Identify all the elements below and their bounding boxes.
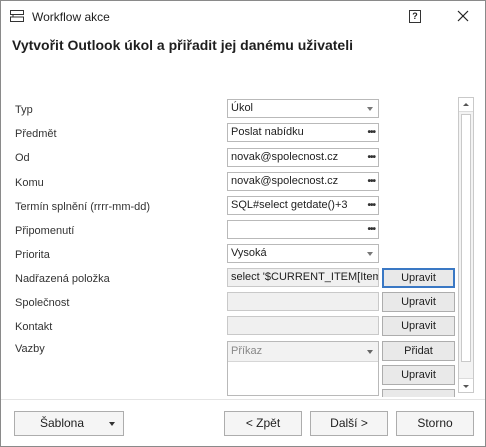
- predmet-label: Předmět: [15, 128, 57, 140]
- spolecnost-label: Společnost: [15, 297, 70, 309]
- ellipsis-icon[interactable]: •••: [367, 197, 375, 214]
- vazby-label: Vazby: [15, 343, 45, 355]
- komu-label: Komu: [15, 177, 44, 189]
- ellipsis-icon[interactable]: •••: [367, 221, 375, 238]
- chevron-down-icon: [367, 107, 373, 111]
- vazby-upravit-button[interactable]: Upravit: [382, 365, 455, 385]
- chevron-down-icon: [367, 252, 373, 256]
- termin-field[interactable]: SQL#select getdate()+3 •••: [227, 196, 379, 215]
- spolecnost-field[interactable]: [227, 292, 379, 311]
- form-scrollbar[interactable]: [458, 97, 474, 393]
- vazby-list[interactable]: Příkaz: [227, 341, 379, 396]
- sablona-label: Šablona: [39, 416, 85, 430]
- priorita-value: Vysoká: [231, 247, 267, 259]
- workflow-dialog: Workflow akce ? Vytvořit Outlook úkol a …: [0, 0, 486, 447]
- termin-label: Termín splnění (rrrr-mm-dd): [15, 201, 151, 213]
- title-bar: Workflow akce ?: [1, 1, 485, 32]
- predmet-field[interactable]: Poslat nabídku •••: [227, 123, 379, 142]
- komu-field[interactable]: novak@spolecnost.cz •••: [227, 172, 379, 191]
- nadrazena-field[interactable]: select '$CURRENT_ITEM[Item]: [227, 268, 379, 287]
- sablona-button[interactable]: Šablona: [14, 411, 124, 436]
- pripomenuti-label: Připomenutí: [15, 225, 75, 237]
- scroll-down-icon[interactable]: [459, 378, 473, 392]
- window-title: Workflow akce: [32, 10, 110, 24]
- priorita-select[interactable]: Vysoká: [227, 244, 379, 263]
- vazby-extra-button[interactable]: [382, 389, 455, 397]
- priorita-label: Priorita: [15, 249, 50, 261]
- ellipsis-icon[interactable]: •••: [367, 149, 375, 166]
- workflow-app-icon: [10, 10, 24, 22]
- nadrazena-value: select '$CURRENT_ITEM[Item]: [231, 271, 379, 283]
- vazby-column-label: Příkaz: [231, 345, 263, 357]
- vazby-column-header[interactable]: Příkaz: [228, 342, 378, 362]
- nadrazena-label: Nadřazená položka: [15, 273, 110, 285]
- ellipsis-icon[interactable]: •••: [367, 124, 375, 141]
- od-field[interactable]: novak@spolecnost.cz •••: [227, 148, 379, 167]
- nadrazena-upravit-button[interactable]: Upravit: [382, 268, 455, 288]
- kontakt-field[interactable]: [227, 316, 379, 335]
- dalsi-button[interactable]: Další >: [310, 411, 388, 436]
- typ-label: Typ: [15, 104, 33, 116]
- ellipsis-icon[interactable]: •••: [367, 173, 375, 190]
- scroll-thumb[interactable]: [461, 114, 471, 362]
- storno-button[interactable]: Storno: [396, 411, 474, 436]
- typ-select[interactable]: Úkol: [227, 99, 379, 118]
- termin-value: SQL#select getdate()+3: [231, 199, 348, 211]
- dialog-heading: Vytvořit Outlook úkol a přiřadit jej dan…: [12, 37, 353, 53]
- kontakt-upravit-button[interactable]: Upravit: [382, 316, 455, 336]
- footer-divider: [1, 399, 485, 400]
- pripomenuti-field[interactable]: •••: [227, 220, 379, 239]
- kontakt-label: Kontakt: [15, 321, 53, 333]
- typ-value: Úkol: [231, 102, 254, 114]
- chevron-down-icon: [367, 350, 373, 354]
- od-label: Od: [15, 152, 30, 164]
- zpet-button[interactable]: < Zpět: [224, 411, 302, 436]
- predmet-value: Poslat nabídku: [231, 126, 304, 138]
- spolecnost-upravit-button[interactable]: Upravit: [382, 292, 455, 312]
- komu-value: novak@spolecnost.cz: [231, 175, 339, 187]
- chevron-down-icon: [109, 422, 115, 426]
- scroll-up-icon[interactable]: [459, 98, 473, 112]
- help-icon[interactable]: ?: [409, 10, 421, 23]
- vazby-pridat-button[interactable]: Přidat: [382, 341, 455, 361]
- close-icon[interactable]: [452, 6, 474, 26]
- od-value: novak@spolecnost.cz: [231, 151, 339, 163]
